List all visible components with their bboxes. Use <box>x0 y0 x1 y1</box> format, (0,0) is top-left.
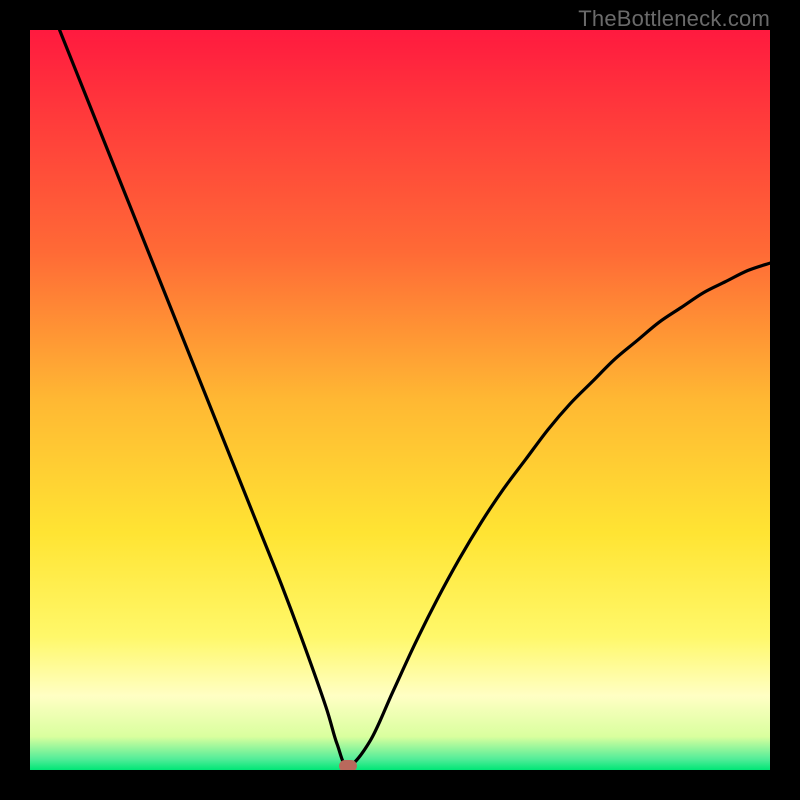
watermark-text: TheBottleneck.com <box>578 6 770 32</box>
chart-frame: TheBottleneck.com <box>0 0 800 800</box>
plot-area <box>30 30 770 770</box>
bottleneck-curve <box>30 30 770 770</box>
minimum-marker <box>339 760 357 770</box>
